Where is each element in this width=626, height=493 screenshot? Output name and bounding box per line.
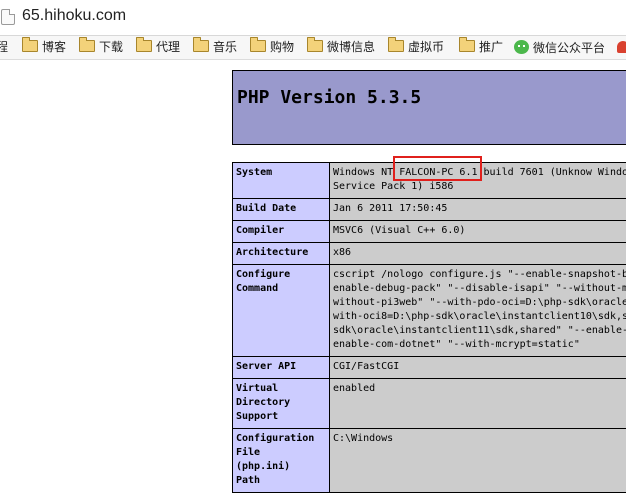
bookmark-label: 虚拟币 [408,40,444,54]
row-label: Architecture [233,243,330,265]
bookmark-icon [617,41,626,53]
table-row: Build Date Jan 6 2011 17:50:45 [233,199,626,221]
wechat-icon [514,40,529,54]
bookmark-item[interactable]: 微信公众平台 [514,40,605,56]
bookmark-item[interactable]: 程 [0,40,8,56]
page-icon [1,9,15,25]
row-value: Jan 6 2011 17:50:45 [330,199,626,221]
folder-icon [250,40,266,52]
page-title: PHP Version 5.3.5 [237,87,421,108]
row-value: enabled [330,379,626,429]
annotation-highlight-box [393,156,482,181]
php-info-table: System Windows NT FALCON-PC 6.1 build 76… [232,162,626,493]
bookmark-item[interactable]: 虚拟币 [388,40,444,56]
php-version-header: PHP Version 5.3.5 [232,70,626,145]
row-label: Compiler [233,221,330,243]
bookmark-label: 微博信息 [327,40,375,54]
address-text[interactable]: 65.hihoku.com [22,7,126,25]
row-value: C:\Windows [330,429,626,493]
page-content: PHP Version 5.3.5 System Windows NT FALC… [0,60,626,485]
bookmark-label: 购物 [270,40,294,54]
row-label: Server API [233,357,330,379]
row-value: MSVC6 (Visual C++ 6.0) [330,221,626,243]
folder-icon [193,40,209,52]
bookmark-item[interactable]: 购物 [250,40,294,56]
row-label: Virtual Directory Support [233,379,330,429]
table-row: Configuration File (php.ini) Path C:\Win… [233,429,626,493]
folder-icon [79,40,95,52]
bookmarks-bar: 程 博客 下载 代理 音乐 购物 微博信息 虚拟币 推广 微信公众平台 [0,36,626,60]
table-row: Virtual Directory Support enabled [233,379,626,429]
row-value: cscript /nologo configure.js "--enable-s… [330,265,626,357]
bookmark-label: 推广 [479,40,503,54]
address-bar[interactable]: 65.hihoku.com [0,0,626,36]
folder-icon [459,40,475,52]
folder-icon [388,40,404,52]
bookmark-label: 博客 [42,40,66,54]
bookmark-label: 微信公众平台 [533,41,605,55]
bookmark-label: 代理 [156,40,180,54]
bookmark-item[interactable]: 微博信息 [307,40,375,56]
bookmark-label: 音乐 [213,40,237,54]
row-label: System [233,163,330,199]
row-label: Configuration File (php.ini) Path [233,429,330,493]
table-row: Server API CGI/FastCGI [233,357,626,379]
bookmark-item-partial[interactable] [617,40,626,56]
table-row: Compiler MSVC6 (Visual C++ 6.0) [233,221,626,243]
row-label: Build Date [233,199,330,221]
bookmark-item[interactable]: 博客 [22,40,66,56]
bookmark-label: 程 [0,40,8,54]
row-value: CGI/FastCGI [330,357,626,379]
folder-icon [307,40,323,52]
table-row: Architecture x86 [233,243,626,265]
bookmark-item[interactable]: 推广 [459,40,503,56]
bookmark-item[interactable]: 代理 [136,40,180,56]
bookmark-item[interactable]: 音乐 [193,40,237,56]
folder-icon [136,40,152,52]
folder-icon [22,40,38,52]
row-value: x86 [330,243,626,265]
bookmark-label: 下载 [99,40,123,54]
bookmark-item[interactable]: 下载 [79,40,123,56]
table-row: Configure Command cscript /nologo config… [233,265,626,357]
row-label: Configure Command [233,265,330,357]
